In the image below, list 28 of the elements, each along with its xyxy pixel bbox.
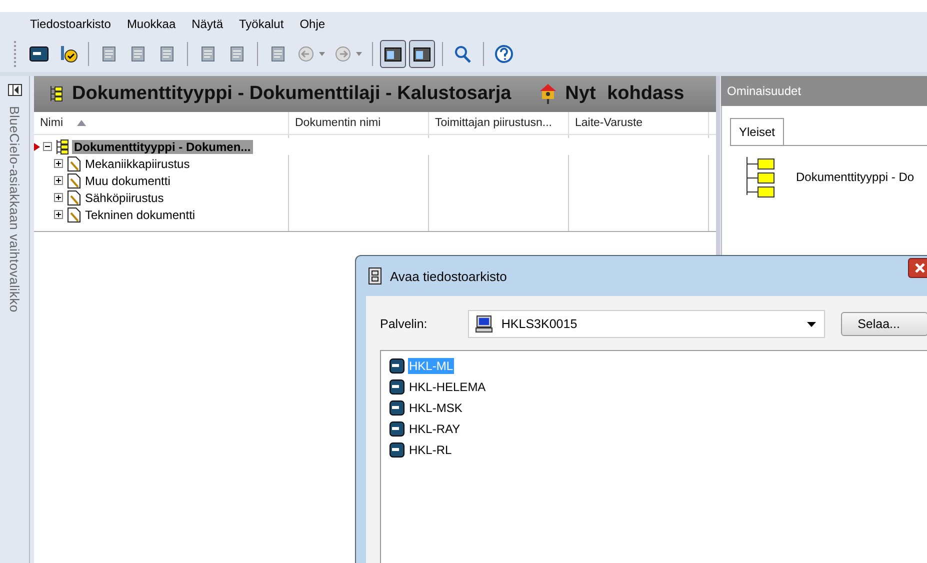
side-tab[interactable]: BlueCielo-asiakkaan vaihtovalikko xyxy=(7,106,22,312)
archive-item[interactable]: HKL-HELEMA xyxy=(408,378,487,394)
menu-item[interactable]: Näytä xyxy=(192,17,223,31)
column-header[interactable]: Dokumentin nimi xyxy=(289,112,429,134)
object-name: Dokumenttityyppi - Do xyxy=(796,170,914,184)
archive-item[interactable]: HKL-RL xyxy=(408,442,453,458)
tree-item[interactable]: Sähköpiirustus xyxy=(85,190,164,204)
column-header[interactable]: Laite-Varuste xyxy=(569,112,709,134)
panel-title: Ominaisuudet xyxy=(721,76,927,106)
column-header[interactable]: Nimi xyxy=(34,112,289,134)
tab[interactable]: Yleiset xyxy=(730,118,784,145)
archive-item[interactable]: HKL-MSK xyxy=(408,400,464,416)
tree-item[interactable]: Dokumenttityyppi - Dokumen... xyxy=(72,140,253,154)
dialog-title: Avaa tiedostoarkisto xyxy=(390,268,507,284)
header-title: Dokumenttityyppi - Dokumenttilaji - Kalustosarja xyxy=(72,83,512,105)
menu-item[interactable]: Ohje xyxy=(300,17,326,31)
server-dropdown[interactable]: HKLS3K0015 xyxy=(468,310,825,338)
menu-item[interactable]: Tiedostoarkisto xyxy=(30,17,111,31)
tree-item[interactable]: Mekaniikkapiirustus xyxy=(85,156,190,170)
archive-item[interactable]: HKL-RAY xyxy=(408,420,462,436)
browse-button[interactable]: Selaa... xyxy=(840,312,927,336)
tree-item[interactable]: Muu dokumentti xyxy=(85,174,170,188)
location-label: Nyt kohdass xyxy=(565,83,684,105)
tree-item[interactable]: Tekninen dokumentti xyxy=(85,208,196,222)
server-label: Palvelin: xyxy=(380,317,428,331)
menu-item[interactable]: Muokkaa xyxy=(126,17,176,31)
menu-item[interactable]: Työkalut xyxy=(239,17,284,31)
column-header[interactable]: Toimittajan piirustusn... xyxy=(429,112,569,134)
